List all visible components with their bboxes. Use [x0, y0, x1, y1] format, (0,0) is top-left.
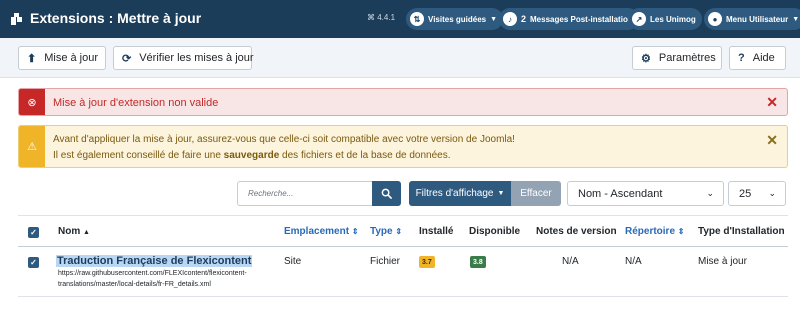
select-all-checkbox[interactable]: ✓: [28, 227, 39, 238]
list-limit-select[interactable]: 25 ⌄: [728, 181, 786, 206]
filter-options-label: Filtres d'affichage: [415, 188, 494, 199]
column-location[interactable]: Emplacement ⇕: [284, 226, 359, 237]
search-input[interactable]: [237, 181, 372, 206]
chevron-down-icon: ▼: [490, 15, 498, 23]
warning-text-post: des fichiers et de la base de données.: [279, 150, 451, 161]
column-install-type: Type d'Installation: [698, 226, 785, 237]
user-menu-button[interactable]: ● Menu Utilisateur ▼: [704, 8, 800, 30]
settings-button[interactable]: ⚙ Paramètres: [632, 46, 722, 70]
user-icon: ●: [708, 12, 722, 26]
error-circle-icon: ⊗: [19, 89, 45, 115]
install-type-value: Mise à jour: [698, 256, 747, 267]
column-name[interactable]: Nom ▲: [58, 226, 90, 237]
column-location-label: Emplacement: [284, 226, 350, 237]
search-button[interactable]: [372, 181, 401, 206]
chevron-down-icon: ⌄: [768, 188, 776, 198]
post-install-messages-label: Messages Post-installation: [530, 14, 633, 24]
page-title: Extensions : Mettre à jour: [30, 10, 202, 26]
site-link-label: Les Unimog: [650, 14, 696, 24]
external-link-icon: ↗: [632, 12, 646, 26]
filter-options-button[interactable]: Filtres d'affichage ▼: [409, 181, 511, 206]
sort-select-value: Nom - Ascendant: [578, 187, 663, 200]
sort-icon: ⇕: [677, 227, 685, 236]
puzzle-icon: [11, 13, 22, 25]
check-updates-button[interactable]: ⟳ Vérifier les mises à jour: [113, 46, 254, 70]
joomla-version: ⌘ 4.4.1: [367, 13, 396, 22]
guided-tours-label: Visites guidées: [428, 14, 487, 24]
chevron-down-icon: ▼: [792, 15, 800, 23]
site-link-button[interactable]: ↗ Les Unimog: [628, 8, 702, 30]
table-header: ✓ Nom ▲ Emplacement ⇕ Type ⇕ Installé Di…: [18, 215, 788, 247]
post-install-messages-button[interactable]: ♪ 2 Messages Post-installation: [499, 8, 639, 30]
question-icon: ?: [738, 52, 745, 64]
chevron-down-icon: ⌄: [706, 188, 714, 198]
messages-count: 2: [521, 14, 527, 24]
toolbar: ⬆ Mise à jour ⟳ Vérifier les mises à jou…: [0, 38, 800, 78]
upload-icon: ⬆: [27, 52, 37, 65]
sort-icon: ⇕: [351, 227, 359, 236]
bell-icon: ♪: [503, 12, 517, 26]
error-message: Mise à jour d'extension non valide: [53, 97, 219, 109]
update-label: Mise à jour: [44, 52, 99, 64]
help-label: Aide: [752, 52, 775, 64]
user-menu-label: Menu Utilisateur: [726, 14, 789, 24]
gear-icon: ⚙: [641, 52, 651, 65]
folder-value: N/A: [625, 256, 642, 267]
warning-alert: ⚠ Avant d'appliquer la mise à jour, assu…: [18, 125, 788, 168]
warning-text-bold: sauvegarde: [223, 150, 280, 161]
column-installed: Installé: [419, 226, 454, 237]
warning-message-line2: Il est également conseillé de faire une …: [53, 150, 451, 161]
signpost-icon: ⇅: [410, 12, 424, 26]
sort-icon: ⇕: [395, 227, 403, 236]
warning-message-line1: Avant d'appliquer la mise à jour, assure…: [53, 134, 515, 145]
error-alert: ⊗ Mise à jour d'extension non valide ✕: [18, 88, 788, 116]
search-icon: [381, 188, 392, 199]
extension-type: Fichier: [370, 256, 401, 267]
version-notes-value: N/A: [562, 256, 579, 267]
row-checkbox[interactable]: ✓: [28, 257, 39, 268]
guided-tours-button[interactable]: ⇅ Visites guidées ▼: [406, 8, 504, 30]
column-version-notes: Notes de version: [536, 226, 617, 237]
extension-name[interactable]: Traduction Française de Flexicontent: [56, 255, 253, 267]
chevron-down-icon: ▼: [497, 190, 505, 197]
warning-text-pre: Il est également conseillé de faire une: [53, 150, 224, 161]
clear-button[interactable]: Effacer: [511, 181, 561, 206]
close-icon[interactable]: ✕: [766, 132, 778, 149]
app-header: Extensions : Mettre à jour ⌘ 4.4.1 ⇅ Vis…: [0, 0, 800, 38]
sort-asc-icon: ▲: [83, 229, 90, 236]
table-row: ✓ Traduction Française de Flexicontent h…: [18, 247, 788, 297]
column-type-label: Type: [370, 226, 393, 237]
extension-update-url: https://raw.githubusercontent.com/FLEXIc…: [58, 270, 247, 288]
column-folder-label: Répertoire: [625, 226, 676, 237]
refresh-icon: ⟳: [122, 52, 132, 65]
help-button[interactable]: ? Aide: [729, 46, 786, 70]
list-limit-value: 25: [739, 187, 752, 200]
sort-select[interactable]: Nom - Ascendant ⌄: [567, 181, 724, 206]
update-button[interactable]: ⬆ Mise à jour: [18, 46, 106, 70]
column-type[interactable]: Type ⇕: [370, 226, 402, 237]
extension-location: Site: [284, 256, 302, 267]
close-icon[interactable]: ✕: [766, 94, 778, 111]
settings-label: Paramètres: [658, 52, 716, 64]
available-version-badge: 3.8: [470, 256, 486, 268]
column-folder[interactable]: Répertoire ⇕: [625, 226, 685, 237]
warning-triangle-icon: ⚠: [19, 126, 45, 167]
column-name-label: Nom: [58, 226, 81, 237]
column-available: Disponible: [469, 226, 521, 237]
installed-version-badge: 3.7: [419, 256, 435, 268]
check-updates-label: Vérifier les mises à jour: [139, 52, 254, 64]
